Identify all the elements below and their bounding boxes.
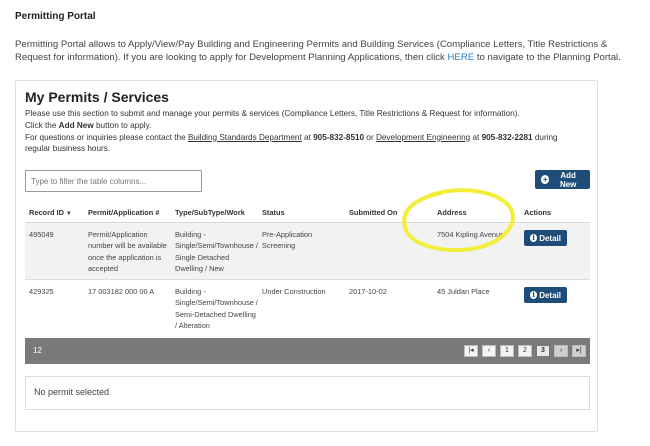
desc-add-new-text: Add New [58, 120, 94, 130]
last-page-icon: ▸| [576, 347, 582, 354]
cell-status: Under Construction [262, 287, 326, 296]
header-type[interactable]: Type/SubType/Work [175, 208, 245, 217]
cell-address: 7504 Kipling Avenue [437, 230, 505, 239]
desc-line-3-pre: For questions or inquiries please contac… [25, 132, 188, 142]
first-page-icon: |◂ [468, 347, 474, 354]
selection-status: No permit selected [34, 387, 110, 397]
table-header: Record ID ▼ Permit/Application # Type/Sub… [25, 203, 590, 223]
desc-or: or [364, 132, 376, 142]
header-status[interactable]: Status [262, 208, 285, 217]
first-page-button[interactable]: |◂ [464, 345, 478, 357]
page-1-button[interactable]: 1 [500, 345, 514, 357]
prev-page-button[interactable]: ‹ [482, 345, 496, 357]
last-page-button[interactable]: ▸| [572, 345, 586, 357]
plus-circle-icon: + [541, 175, 550, 184]
permits-card: My Permits / Services Please use this se… [15, 80, 598, 432]
header-address[interactable]: Address [437, 208, 467, 217]
cell-address: 45 Juldan Place [437, 287, 490, 296]
cell-permit: 17 003182 000 00 A [88, 287, 155, 296]
page-3-button[interactable]: 3 [536, 345, 550, 357]
detail-label: Detail [539, 233, 561, 243]
chevron-right-icon: › [559, 347, 563, 354]
cell-record-id: 495049 [29, 230, 54, 239]
cell-permit: Permit/Application number will be availa… [88, 230, 167, 274]
detail-button[interactable]: i Detail [524, 287, 567, 303]
cell-status: Pre-Application Screening [262, 230, 313, 251]
card-title: My Permits / Services [25, 89, 169, 105]
card-description: Please use this section to submit and ma… [25, 108, 585, 155]
page-2-button[interactable]: 2 [518, 345, 532, 357]
header-record-id-label: Record ID [29, 208, 64, 217]
table-row[interactable]: 429325 17 003182 000 00 A Building - Sin… [25, 280, 590, 337]
building-standards-link[interactable]: Building Standards Department [188, 133, 302, 142]
desc-line-2: Click the Add New button to apply. [25, 120, 585, 132]
cell-type: Building - Single/Semi/Townhouse / Singl… [175, 230, 258, 274]
chevron-left-icon: ‹ [487, 347, 491, 354]
sort-down-icon: ▼ [65, 211, 72, 217]
info-circle-icon: i [530, 234, 538, 242]
cell-type: Building - Single/Semi/Townhouse / Semi-… [175, 287, 258, 331]
desc-at-2: at [470, 132, 482, 142]
intro-text-after: to navigate to the Planning Portal. [474, 52, 621, 63]
header-permit[interactable]: Permit/Application # [88, 208, 159, 217]
header-record-id[interactable]: Record ID ▼ [29, 208, 72, 217]
selection-panel: No permit selected [25, 376, 590, 410]
portal-title: Permitting Portal [15, 11, 96, 22]
pagination: |◂ ‹ 1 2 3 › ▸| [464, 345, 586, 357]
add-new-label: Add New [559, 170, 577, 189]
detail-button[interactable]: i Detail [524, 230, 567, 246]
add-new-button[interactable]: + Add New [535, 170, 590, 189]
cell-record-id: 429325 [29, 287, 54, 296]
cell-submitted: 2017-10-02 [349, 287, 387, 296]
table-row[interactable]: 495049 Permit/Application number will be… [25, 223, 590, 280]
phone-building: 905-832-8510 [313, 132, 365, 142]
header-submitted[interactable]: Submitted On [349, 208, 397, 217]
record-count: 12 [33, 346, 42, 355]
phone-engineering: 905-832-2281 [481, 132, 533, 142]
desc-line-2-pre: Click the [25, 120, 59, 130]
next-page-button[interactable]: › [554, 345, 568, 357]
table-filter-input[interactable] [25, 170, 202, 192]
detail-label: Detail [539, 290, 561, 300]
info-circle-icon: i [530, 291, 538, 299]
desc-line-1: Please use this section to submit and ma… [25, 109, 520, 118]
intro-text: Permitting Portal allows to Apply/View/P… [15, 38, 625, 64]
planning-portal-link[interactable]: HERE [448, 52, 475, 63]
header-actions: Actions [524, 208, 552, 217]
table-footer: 12 |◂ ‹ 1 2 3 › ▸| [25, 338, 590, 364]
desc-at-1: at [301, 132, 314, 142]
desc-line-3: For questions or inquiries please contac… [25, 132, 585, 156]
desc-line-2-post: button to apply. [93, 120, 152, 130]
development-engineering-link[interactable]: Development Engineering [376, 133, 470, 142]
